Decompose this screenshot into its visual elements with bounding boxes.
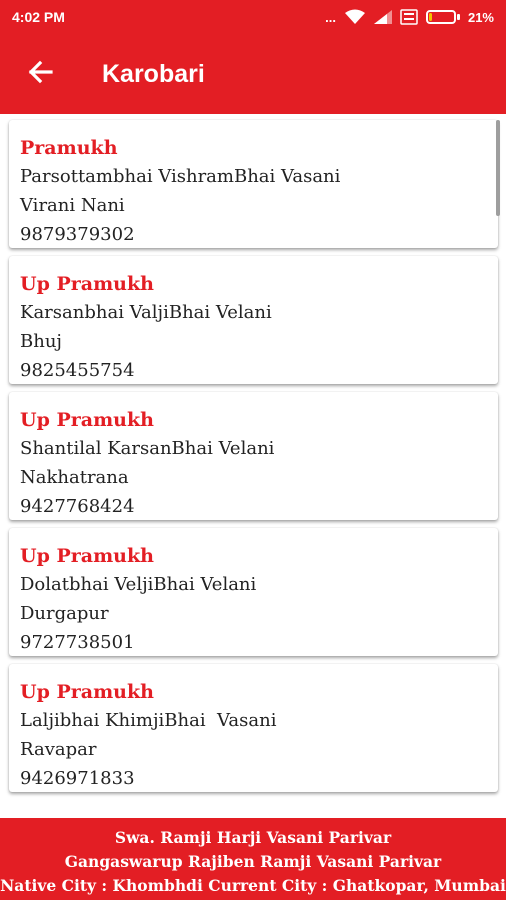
member-phone[interactable]: 9426971833 [20, 764, 498, 793]
member-list[interactable]: Pramukh Parsottambhai VishramBhai Vasani… [0, 114, 506, 818]
arrow-back-icon [27, 60, 53, 89]
footer-line: Gangaswarup Rajiben Ramji Vasani Parivar [64, 852, 442, 871]
signal-icon [373, 10, 392, 24]
status-bar: 4:02 PM ... 21% [0, 0, 506, 34]
footer: Swa. Ramji Harji Vasani Parivar Gangaswa… [0, 818, 506, 900]
member-place: Ravapar [20, 739, 97, 760]
member-phone[interactable]: 9879379302 [20, 220, 498, 249]
member-place: Virani Nani [20, 195, 125, 216]
page-title: Karobari [102, 59, 205, 88]
member-card[interactable]: Up Pramukh Shantilal KarsanBhai Velani N… [9, 392, 498, 520]
member-name: Dolatbhai VeljiBhai Velani [20, 574, 257, 595]
member-card[interactable]: Up Pramukh Dolatbhai VeljiBhai Velani Du… [9, 528, 498, 656]
volte-icon [400, 9, 418, 25]
back-button[interactable] [0, 34, 80, 114]
member-role: Up Pramukh [20, 681, 154, 703]
member-name: Karsanbhai ValjiBhai Velani [20, 302, 272, 323]
member-place: Bhuj [20, 331, 62, 352]
member-card[interactable]: Pramukh Parsottambhai VishramBhai Vasani… [9, 120, 498, 248]
member-role: Up Pramukh [20, 545, 154, 567]
member-phone[interactable]: 9427768424 [20, 492, 498, 521]
member-name: Parsottambhai VishramBhai Vasani [20, 166, 341, 187]
member-role: Pramukh [20, 137, 118, 159]
member-role: Up Pramukh [20, 273, 154, 295]
member-name: Shantilal KarsanBhai Velani [20, 438, 275, 459]
status-icons: ... 21% [325, 9, 494, 25]
footer-line: Swa. Ramji Harji Vasani Parivar [114, 828, 392, 847]
scrollbar[interactable] [496, 120, 500, 216]
battery-percent: 21% [467, 9, 494, 25]
status-dots: ... [325, 9, 336, 25]
member-place: Durgapur [20, 603, 109, 624]
member-card[interactable]: Up Pramukh Laljibhai KhimjiBhai Vasani R… [9, 664, 498, 792]
wifi-icon [344, 9, 366, 25]
member-phone[interactable]: 9727738501 [20, 628, 498, 657]
member-phone[interactable]: 9825455754 [20, 356, 498, 385]
member-name: Laljibhai KhimjiBhai Vasani [20, 710, 277, 731]
status-time: 4:02 PM [12, 9, 65, 25]
member-card[interactable]: Up Pramukh Karsanbhai ValjiBhai Velani B… [9, 256, 498, 384]
battery-icon [425, 10, 460, 24]
member-place: Nakhatrana [20, 467, 129, 488]
member-role: Up Pramukh [20, 409, 154, 431]
app-bar: Karobari [0, 34, 506, 114]
footer-line: Native City : Khombhdi Current City : Gh… [0, 876, 506, 895]
